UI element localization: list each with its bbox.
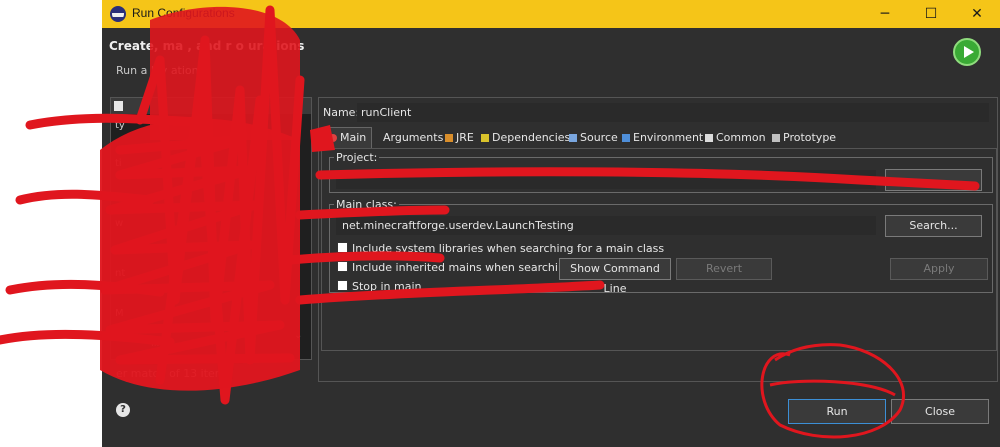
main-tab-content: Project: Main class: net.minecraftforge.… [321, 148, 997, 351]
configuration-tree[interactable]: ty ti w nt M iliwa [110, 97, 312, 360]
eclipse-icon [110, 6, 126, 22]
title-bar: Run Configurations ─ ☐ ✕ [102, 0, 1000, 28]
apply-button[interactable]: Apply [890, 258, 988, 280]
tab-label: JRE [456, 131, 474, 144]
filter-status: er match of 13 items [116, 367, 232, 380]
header-title: Create, ma , and r o urations [109, 39, 305, 53]
tab-strip: Main Arguments JRE Dependencies Source E… [321, 126, 997, 148]
tree-item[interactable]: nt [115, 268, 125, 279]
run-configurations-window: Run Configurations ─ ☐ ✕ Create, ma , an… [102, 0, 1000, 447]
tab-arguments[interactable]: Arguments [383, 129, 443, 147]
checkbox-icon[interactable] [337, 280, 348, 291]
main-class-field[interactable]: net.minecraftforge.userdev.LaunchTesting [336, 216, 876, 235]
tab-environment[interactable]: Environment [622, 129, 703, 147]
tab-common[interactable]: Common [705, 129, 766, 147]
tree-toolbar [111, 98, 311, 114]
tab-prototype[interactable]: Prototype [772, 129, 836, 147]
tab-label: Environment [633, 131, 704, 144]
include-system-libraries-checkbox[interactable]: Include system libraries when searching … [337, 242, 664, 256]
run-launch-icon [953, 38, 981, 66]
main-tab-icon [329, 134, 337, 142]
jre-icon [445, 134, 453, 142]
configuration-editor: Name: Main Arguments JRE Dependencies So… [318, 97, 998, 382]
tab-label: Common [716, 131, 766, 144]
dependencies-icon [481, 134, 489, 142]
browse-button[interactable] [885, 169, 982, 191]
header-subtitle: Run a Jav ation [116, 64, 199, 77]
tree-item[interactable]: ty [115, 120, 125, 131]
tab-dependencies[interactable]: Dependencies [481, 129, 570, 147]
minimize-button[interactable]: ─ [862, 0, 908, 28]
window-close-button[interactable]: ✕ [954, 0, 1000, 28]
tab-label: Dependencies [492, 131, 571, 144]
tab-label: Arguments [383, 131, 444, 144]
tree-item[interactable]: w [115, 218, 123, 229]
close-button[interactable]: Close [891, 399, 989, 424]
project-field[interactable] [336, 170, 876, 189]
checkbox-label: Include system libraries when searching … [352, 242, 665, 255]
tree-item[interactable]: iliwa [151, 338, 174, 349]
environment-icon [622, 134, 630, 142]
help-icon[interactable]: ? [116, 403, 130, 417]
revert-button[interactable]: Revert [676, 258, 772, 280]
stop-in-main-checkbox[interactable]: Stop in main [337, 280, 422, 294]
maximize-button[interactable]: ☐ [908, 0, 954, 28]
name-label: Name: [323, 106, 360, 119]
show-command-line-button[interactable]: Show Command Line [559, 258, 671, 295]
checkbox-icon[interactable] [337, 261, 348, 272]
checkbox-label: Stop in main [352, 280, 422, 293]
project-group-label: Project: [334, 151, 380, 164]
tab-source[interactable]: Source [569, 129, 618, 147]
window-title: Run Configurations [132, 6, 235, 20]
tab-jre[interactable]: JRE [445, 129, 474, 147]
tab-label: Main [340, 131, 367, 144]
source-icon [569, 134, 577, 142]
tree-item[interactable]: M [115, 308, 124, 319]
checkbox-icon[interactable] [337, 242, 348, 253]
prototype-icon [772, 134, 780, 142]
name-input[interactable] [357, 103, 989, 122]
tab-label: Prototype [783, 131, 837, 144]
tab-label: Source [580, 131, 618, 144]
main-class-group-label: Main class: [334, 198, 399, 211]
run-button[interactable]: Run [788, 399, 886, 424]
dialog-header: Create, ma , and r o urations Run a Jav … [102, 28, 1000, 90]
common-icon [705, 134, 713, 142]
search-button[interactable]: Search... [885, 215, 982, 237]
tab-main[interactable]: Main [323, 127, 373, 148]
new-configuration-icon[interactable] [114, 101, 123, 111]
tree-item[interactable]: ti [115, 158, 122, 169]
project-group: Project: [329, 151, 993, 193]
